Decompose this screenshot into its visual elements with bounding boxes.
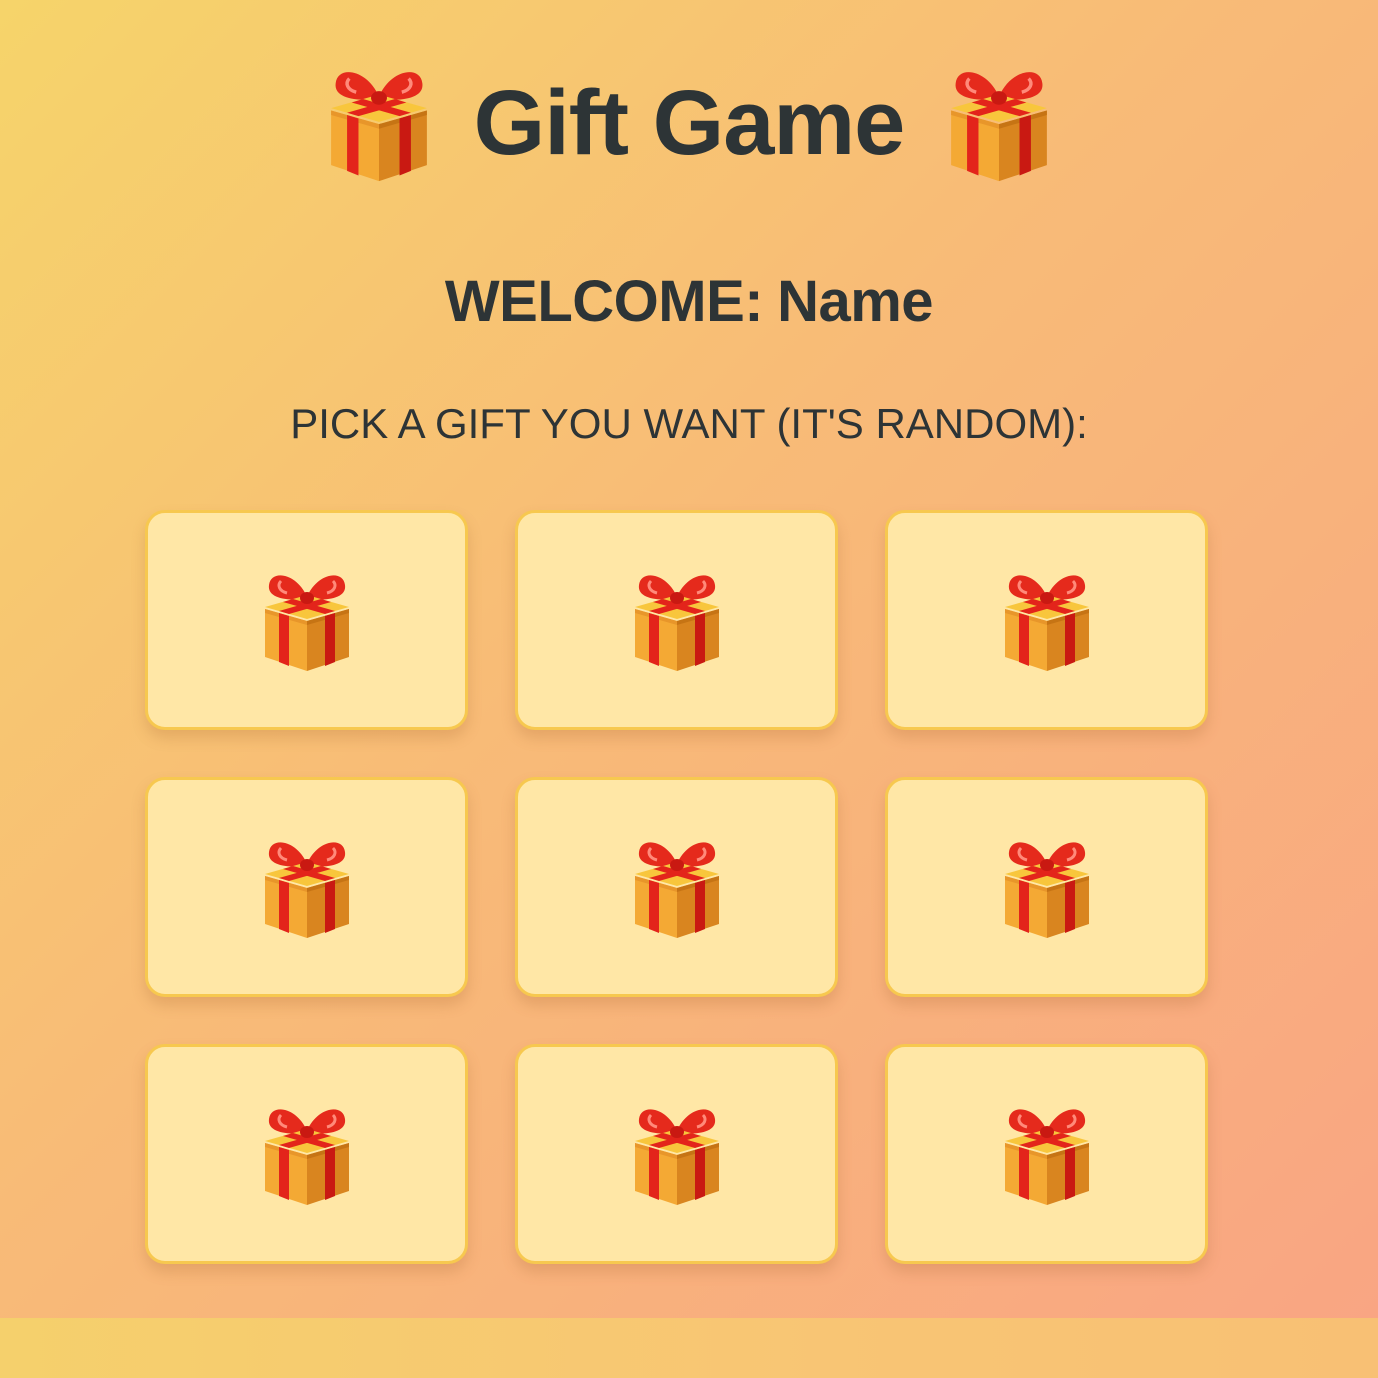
- gift-grid: [145, 510, 1210, 1264]
- gift-icon: [257, 1099, 357, 1209]
- gift-icon: [257, 565, 357, 675]
- gift-card-7[interactable]: [145, 1044, 468, 1264]
- game-background: Gift Game WELCOME: Name PICK A GIFT YOU W…: [0, 0, 1378, 1318]
- gift-icon: [997, 832, 1097, 942]
- gift-icon: [627, 565, 727, 675]
- gift-icon: [627, 1099, 727, 1209]
- player-name: Name: [777, 269, 934, 334]
- page-title: Gift Game: [0, 58, 1378, 188]
- gift-icon: [942, 60, 1056, 186]
- gift-card-2[interactable]: [515, 510, 838, 730]
- gift-card-9[interactable]: [885, 1044, 1208, 1264]
- gift-card-5[interactable]: [515, 777, 838, 997]
- gift-card-3[interactable]: [885, 510, 1208, 730]
- welcome-label: WELCOME:: [444, 269, 764, 334]
- title-text: Gift Game: [473, 71, 906, 174]
- gift-card-4[interactable]: [145, 777, 468, 997]
- gift-icon: [257, 832, 357, 942]
- gift-icon: [997, 565, 1097, 675]
- instruction-text: PICK A GIFT YOU WANT (IT'S RANDOM):: [290, 400, 1088, 447]
- gift-icon: [997, 1099, 1097, 1209]
- gift-icon: [627, 832, 727, 942]
- gift-card-8[interactable]: [515, 1044, 838, 1264]
- bottom-strip: [0, 1318, 1378, 1378]
- gift-card-6[interactable]: [885, 777, 1208, 997]
- welcome-message: WELCOME: Name: [0, 268, 1378, 335]
- gift-icon: [322, 60, 436, 186]
- gift-card-1[interactable]: [145, 510, 468, 730]
